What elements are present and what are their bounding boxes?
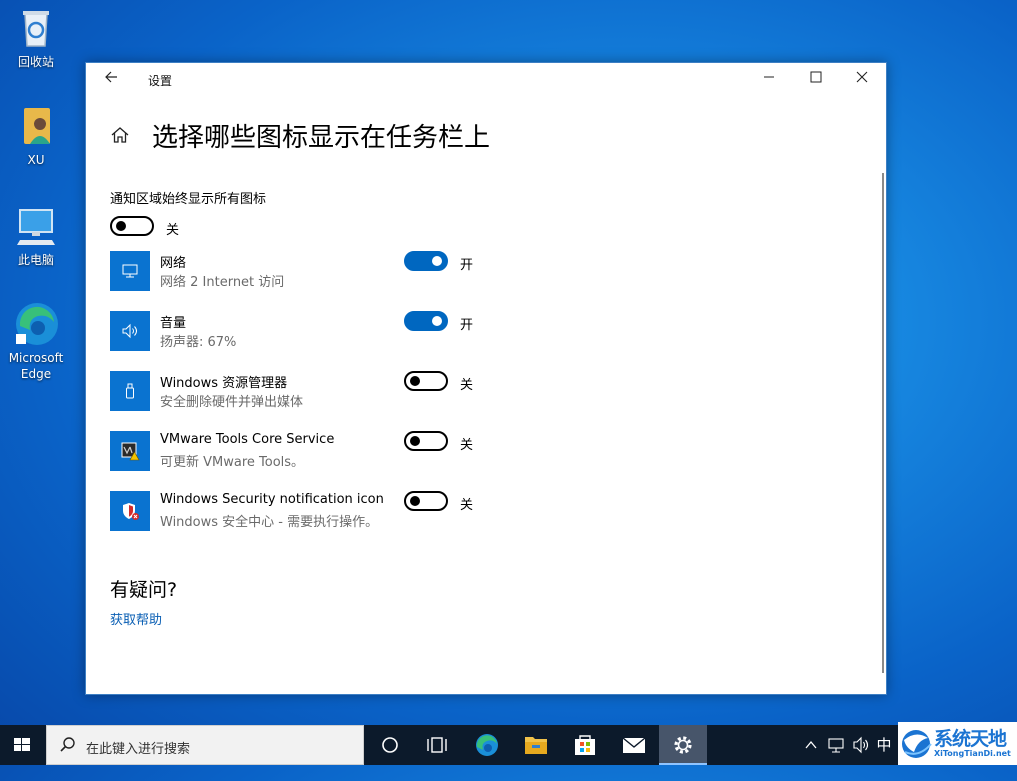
scrollbar[interactable]	[882, 173, 884, 673]
task-view-icon	[427, 737, 447, 753]
maximize-icon	[810, 71, 822, 83]
file-explorer-icon	[525, 737, 547, 754]
start-button[interactable]	[0, 725, 44, 765]
ime-indicator[interactable]: 中	[873, 725, 895, 765]
store-button[interactable]	[561, 725, 609, 765]
help-heading: 有疑问?	[110, 579, 178, 601]
always-show-label: 通知区域始终显示所有图标	[110, 192, 267, 207]
desktop-icon-this-pc[interactable]: 此电脑	[6, 202, 66, 268]
desktop-icon-label: 此电脑	[17, 253, 54, 267]
computer-icon	[12, 202, 60, 250]
network-state: 开	[460, 258, 474, 273]
row-subtitle: 网络 2 Internet 访问	[160, 275, 285, 290]
chevron-up-icon	[805, 740, 817, 749]
title-bar: 设置	[86, 63, 886, 95]
desktop-icon-label: 回收站	[17, 55, 54, 69]
task-view-button[interactable]	[413, 725, 461, 765]
desktop-icon-recycle-bin[interactable]: 回收站	[6, 4, 66, 70]
security-state: 关	[460, 498, 474, 513]
watermark-globe-icon	[902, 730, 932, 758]
explorer-toggle[interactable]	[404, 371, 448, 391]
vmware-toggle[interactable]	[404, 431, 448, 451]
explorer-state: 关	[460, 378, 474, 393]
cortana-icon	[382, 737, 398, 753]
back-arrow-icon	[105, 71, 117, 83]
toggle-knob	[116, 221, 126, 231]
back-button[interactable]	[100, 69, 122, 89]
close-icon	[856, 71, 868, 83]
row-subtitle: 可更新 VMware Tools。	[160, 455, 305, 470]
windows-logo-icon	[14, 738, 30, 751]
row-subtitle: 安全删除硬件并弹出媒体	[160, 395, 304, 410]
volume-icon	[110, 311, 150, 351]
volume-tray-button[interactable]	[849, 725, 873, 765]
volume-tray-icon	[853, 736, 869, 754]
mail-button[interactable]	[610, 725, 658, 765]
network-tray-button[interactable]	[824, 725, 848, 765]
toggle-knob	[432, 256, 442, 266]
row-title: 音量	[160, 316, 187, 331]
always-show-state: 关	[166, 223, 180, 238]
home-button[interactable]	[110, 125, 130, 145]
toggle-knob	[410, 436, 420, 446]
desktop-icon-edge[interactable]: Microsoft Edge	[6, 300, 66, 382]
search-icon	[60, 737, 75, 752]
desktop-icon-user-folder[interactable]: XU	[6, 102, 66, 168]
close-button[interactable]	[839, 63, 885, 95]
row-title: Windows 资源管理器	[160, 376, 288, 391]
vmware-tools-icon	[110, 431, 150, 471]
taskbar: 在此键入进行搜索 中	[0, 725, 1017, 765]
row-title: 网络	[160, 256, 187, 271]
taskbar-search-box[interactable]: 在此键入进行搜索	[46, 725, 364, 765]
settings-window: 设置 选择哪些图标显示在任务栏上 通知区域始终显示所有图标 关 网络 网络 2 …	[85, 62, 887, 695]
desktop-icon-label: Microsoft Edge	[8, 351, 64, 381]
edge-taskbar-button[interactable]	[463, 725, 511, 765]
user-folder-icon	[12, 102, 60, 150]
watermark-url: XiTongTianDi.net	[934, 749, 1011, 758]
security-shield-icon	[110, 491, 150, 531]
minimize-button[interactable]	[746, 63, 792, 95]
maximize-button[interactable]	[793, 63, 839, 95]
usb-eject-icon	[110, 371, 150, 411]
settings-icon	[674, 736, 692, 754]
show-hidden-icons-button[interactable]	[800, 725, 822, 765]
search-placeholder: 在此键入进行搜索	[86, 742, 191, 757]
edge-icon	[476, 734, 498, 756]
vmware-state: 关	[460, 438, 474, 453]
toggle-knob	[432, 316, 442, 326]
toggle-knob	[410, 496, 420, 506]
watermark-title: 系统天地	[934, 728, 1007, 750]
window-title: 设置	[148, 74, 173, 88]
network-icon	[110, 251, 150, 291]
row-title: Windows Security notification icon	[160, 492, 384, 507]
mail-icon	[622, 737, 646, 753]
watermark-logo: 系统天地 XiTongTianDi.net	[898, 722, 1017, 765]
always-show-toggle[interactable]	[110, 216, 154, 236]
recycle-bin-icon	[12, 4, 60, 52]
volume-toggle[interactable]	[404, 311, 448, 331]
cortana-button[interactable]	[366, 725, 414, 765]
row-title: VMware Tools Core Service	[160, 432, 335, 447]
settings-taskbar-button[interactable]	[659, 725, 707, 765]
page-title: 选择哪些图标显示在任务栏上	[152, 123, 491, 153]
volume-state: 开	[460, 318, 474, 333]
get-help-link[interactable]: 获取帮助	[110, 609, 162, 628]
desktop-icon-label: XU	[27, 153, 45, 167]
network-toggle[interactable]	[404, 251, 448, 271]
edge-icon	[12, 300, 60, 348]
security-toggle[interactable]	[404, 491, 448, 511]
toggle-knob	[410, 376, 420, 386]
row-subtitle: Windows 安全中心 - 需要执行操作。	[160, 515, 379, 530]
network-tray-icon	[828, 738, 844, 753]
file-explorer-button[interactable]	[512, 725, 560, 765]
minimize-icon	[764, 76, 774, 78]
store-icon	[575, 735, 595, 755]
home-icon	[111, 127, 129, 143]
row-subtitle: 扬声器: 67%	[160, 335, 237, 350]
